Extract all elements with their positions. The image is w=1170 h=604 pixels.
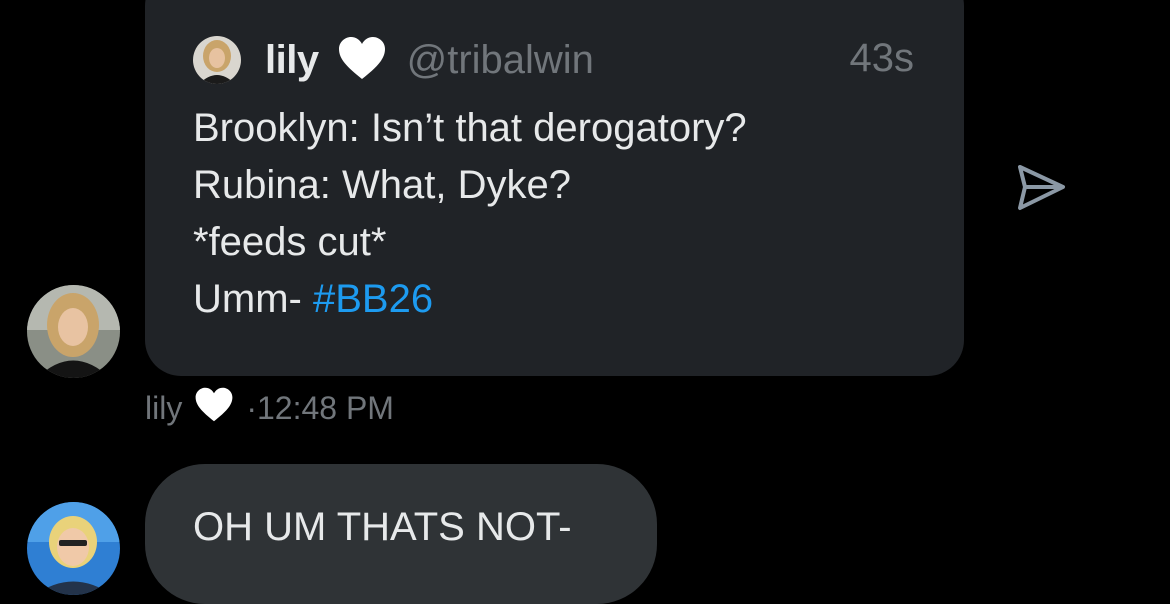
tweet-line: Rubina: What, Dyke? (193, 163, 571, 207)
reply-message-text: OH UM THATS NOT- (193, 505, 572, 549)
quoted-tweet-header: lily @tribalwin (193, 30, 594, 90)
meta-separator: · (246, 390, 257, 426)
send-arrow-icon[interactable] (1012, 160, 1068, 216)
tweet-line-text: Umm- (193, 277, 313, 321)
white-heart-icon (194, 386, 234, 431)
tweet-line: Brooklyn: Isn’t that derogatory? (193, 106, 747, 150)
white-heart-icon (337, 35, 387, 86)
hashtag-link[interactable]: #BB26 (313, 277, 433, 321)
message-meta: lily · 12:48 PM (145, 386, 394, 431)
quoted-author-name[interactable]: lily (265, 38, 319, 83)
quoted-tweet-text: Brooklyn: Isn’t that derogatory? Rubina:… (193, 100, 747, 328)
sender-name: lily (145, 390, 183, 426)
tweet-line: Umm- #BB26 (193, 271, 747, 328)
quoted-author-handle[interactable]: @tribalwin (407, 38, 594, 83)
quoted-tweet-timestamp: 43s (849, 36, 915, 80)
quoted-author-avatar[interactable] (193, 36, 241, 84)
tweet-line: *feeds cut* (193, 220, 387, 264)
reply-sender-avatar[interactable] (27, 502, 120, 595)
sender-avatar[interactable] (27, 285, 120, 378)
message-time: 12:48 PM (256, 390, 394, 426)
